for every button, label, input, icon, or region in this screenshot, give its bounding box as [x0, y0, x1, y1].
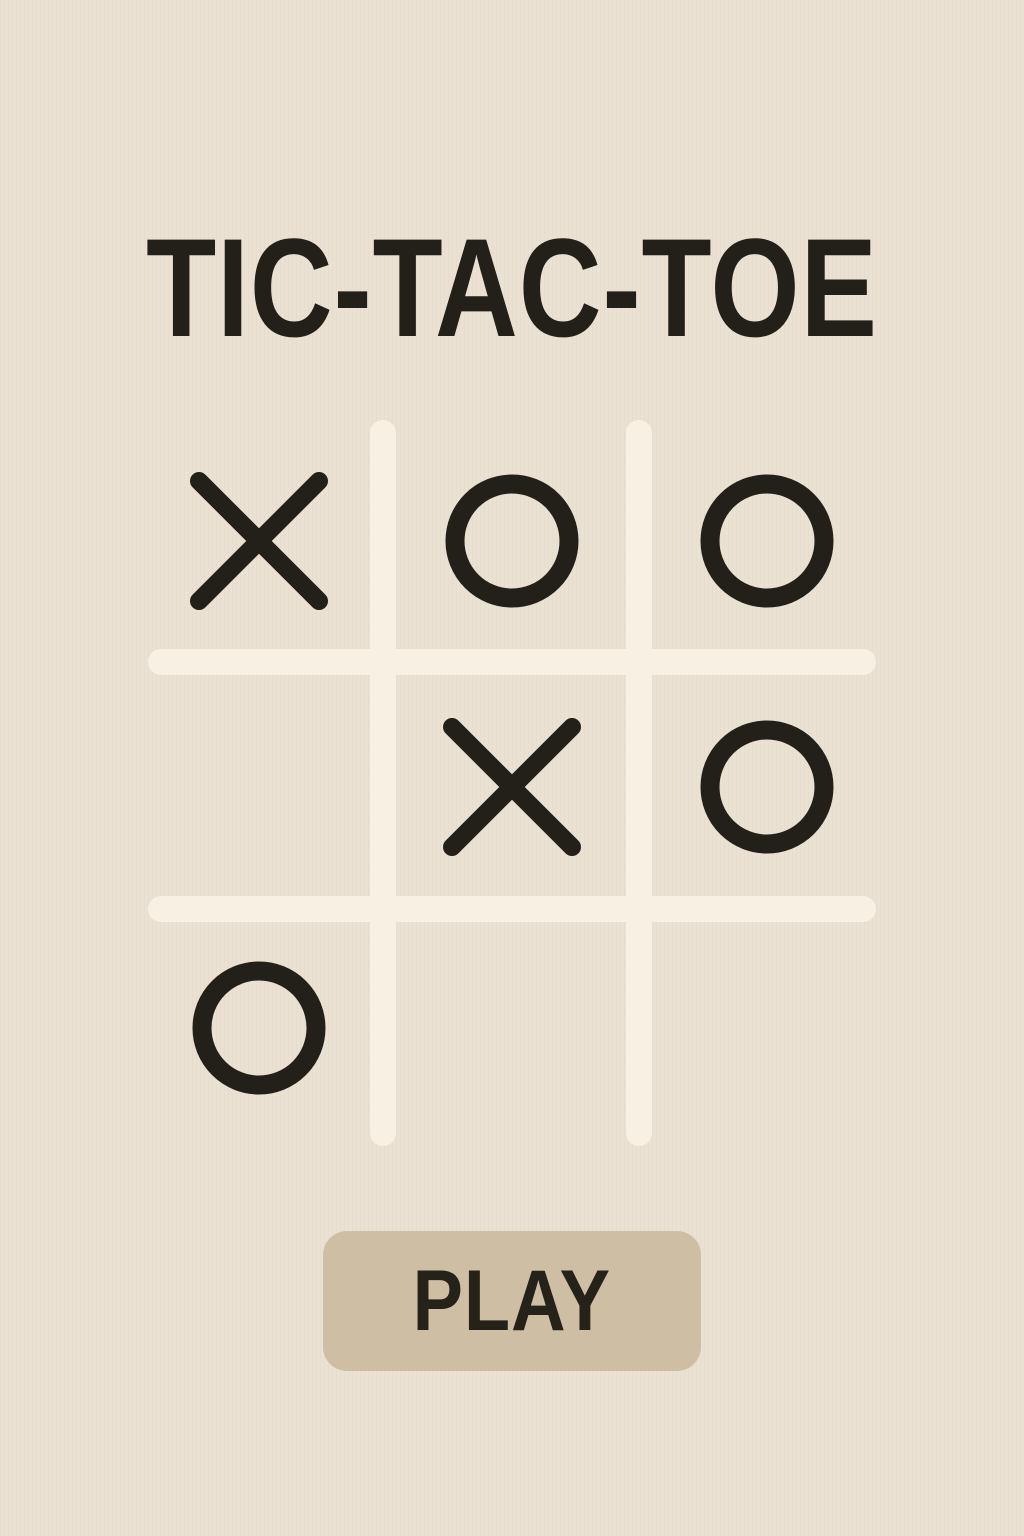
x-mark-icon — [190, 472, 328, 610]
x-mark-icon — [443, 718, 581, 856]
board-cell-2[interactable] — [401, 430, 623, 652]
o-mark-icon — [700, 720, 834, 854]
board-cell-1[interactable] — [148, 430, 370, 652]
board-cell-7[interactable] — [148, 917, 370, 1139]
o-mark-icon — [445, 474, 579, 608]
o-mark-icon — [192, 961, 326, 1095]
board-cell-9[interactable] — [656, 917, 878, 1139]
grid-line-vertical-2 — [626, 420, 652, 1146]
board-cell-6[interactable] — [656, 676, 878, 898]
board-cell-4[interactable] — [148, 676, 370, 898]
game-board — [148, 420, 878, 1150]
grid-line-vertical-1 — [370, 420, 396, 1146]
play-button[interactable]: PLAY — [323, 1231, 701, 1371]
board-cell-8[interactable] — [401, 917, 623, 1139]
board-cell-5[interactable] — [401, 676, 623, 898]
o-mark-icon — [700, 474, 834, 608]
board-cell-3[interactable] — [656, 430, 878, 652]
grid-line-horizontal-1 — [148, 649, 876, 675]
page-title: TIC-TAC-TOE — [146, 209, 878, 366]
play-button-label: PLAY — [412, 1253, 612, 1349]
